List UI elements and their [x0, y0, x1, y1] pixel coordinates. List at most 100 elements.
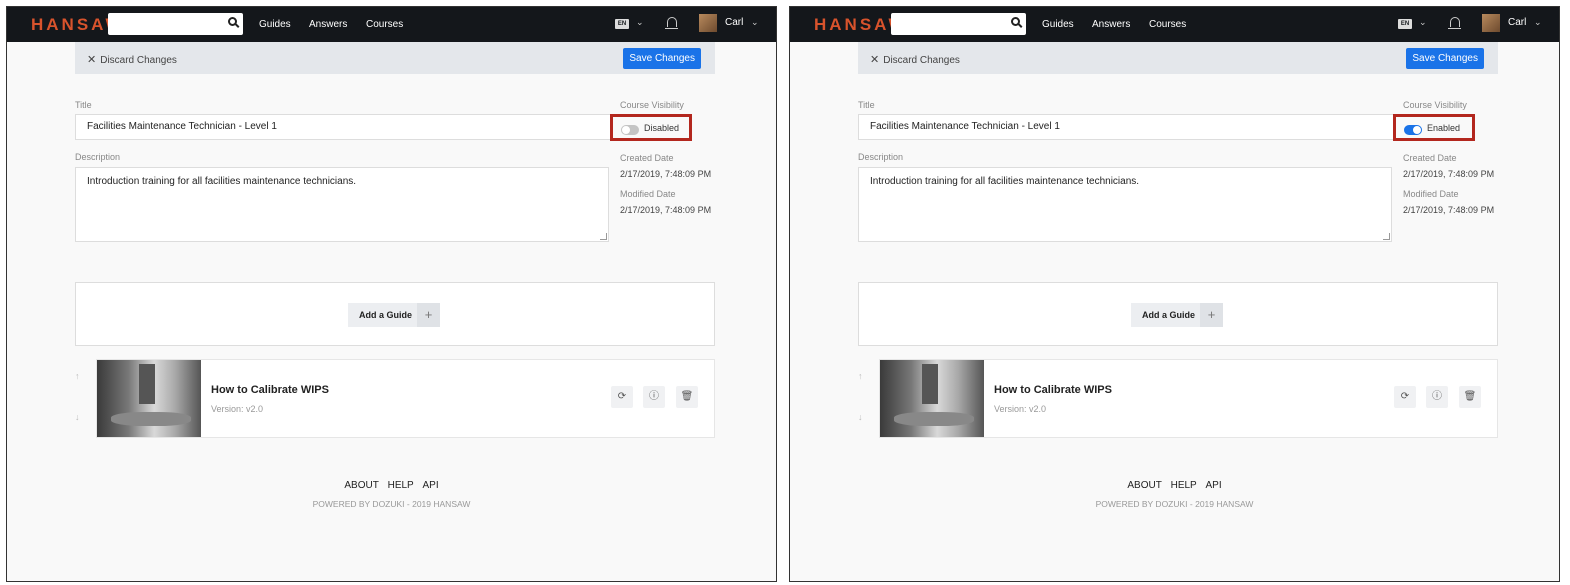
- modified-date-value: 2/17/2019, 7:48:09 PM: [620, 205, 712, 215]
- description-label: Description: [858, 152, 904, 162]
- guide-version: Version: v2.0: [211, 404, 264, 414]
- modified-date-label: Modified Date: [620, 189, 676, 199]
- nav-courses[interactable]: Courses: [1149, 19, 1186, 30]
- footer-help-link[interactable]: HELP: [1171, 480, 1197, 491]
- modified-date-value: 2/17/2019, 7:48:09 PM: [1403, 205, 1495, 215]
- info-icon[interactable]: ⓘ: [1426, 386, 1448, 408]
- nav-guides[interactable]: Guides: [259, 19, 291, 30]
- visibility-toggle[interactable]: [621, 125, 639, 135]
- edit-toolbar: ✕ Discard Changes Save Changes: [858, 42, 1498, 74]
- created-date-value: 2/17/2019, 7:48:09 PM: [1403, 169, 1495, 179]
- visibility-state: Enabled: [1427, 123, 1461, 133]
- footer-help-link[interactable]: HELP: [388, 480, 414, 491]
- nav-guides[interactable]: Guides: [1042, 19, 1074, 30]
- footer-about-link[interactable]: ABOUT: [1127, 480, 1161, 491]
- title-label: Title: [75, 100, 92, 110]
- search-icon[interactable]: [1011, 17, 1020, 26]
- description-text: Introduction training for all facilities…: [87, 176, 357, 187]
- guide-thumbnail: [880, 360, 984, 437]
- title-input[interactable]: Facilities Maintenance Technician - Leve…: [75, 114, 613, 140]
- created-date-label: Created Date: [1403, 153, 1457, 163]
- top-nav: HANSAW Guides Answers Courses EN ⌄ Carl …: [790, 7, 1559, 42]
- footer-api-link[interactable]: API: [1206, 480, 1222, 491]
- bell-icon[interactable]: [665, 17, 678, 29]
- footer-about-link[interactable]: ABOUT: [344, 480, 378, 491]
- move-down-arrow-icon[interactable]: ↓: [858, 412, 863, 422]
- add-guide-label: Add a Guide: [359, 310, 413, 320]
- avatar[interactable]: [1482, 14, 1500, 32]
- description-textarea[interactable]: Introduction training for all facilities…: [75, 167, 609, 242]
- footer-links: ABOUT HELP API: [790, 480, 1559, 491]
- description-label: Description: [75, 152, 121, 162]
- avatar[interactable]: [699, 14, 717, 32]
- add-guide-area: Add a Guide +: [858, 282, 1498, 346]
- discard-label: Discard Changes: [883, 55, 960, 66]
- sync-icon[interactable]: ⟳: [1394, 386, 1416, 408]
- add-guide-area: Add a Guide +: [75, 282, 715, 346]
- add-guide-label: Add a Guide: [1142, 310, 1196, 320]
- chevron-down-icon[interactable]: ⌄: [1534, 17, 1542, 28]
- edit-toolbar: ✕ Discard Changes Save Changes: [75, 42, 715, 74]
- guide-thumbnail: [97, 360, 201, 437]
- chevron-down-icon[interactable]: ⌄: [1419, 17, 1427, 28]
- course-visibility-label: Course Visibility: [620, 100, 684, 110]
- top-nav: HANSAW Guides Answers Courses EN ⌄ Carl …: [7, 7, 776, 42]
- guide-row[interactable]: How to Calibrate WIPS Version: v2.0 ⟳ ⓘ …: [96, 359, 715, 438]
- guide-title[interactable]: How to Calibrate WIPS: [211, 384, 329, 396]
- nav-answers[interactable]: Answers: [1092, 19, 1130, 30]
- search-input[interactable]: [891, 13, 1026, 35]
- trash-icon[interactable]: 🗑: [676, 386, 698, 408]
- add-guide-button[interactable]: Add a Guide +: [1131, 303, 1223, 327]
- chevron-down-icon[interactable]: ⌄: [751, 17, 759, 28]
- visibility-highlight: Enabled: [1393, 114, 1475, 141]
- course-visibility-label: Course Visibility: [1403, 100, 1467, 110]
- description-textarea[interactable]: Introduction training for all facilities…: [858, 167, 1392, 242]
- created-date-label: Created Date: [620, 153, 674, 163]
- plus-icon[interactable]: +: [1200, 303, 1223, 327]
- save-changes-button[interactable]: Save Changes: [1406, 48, 1484, 69]
- info-icon[interactable]: ⓘ: [643, 386, 665, 408]
- trash-icon[interactable]: 🗑: [1459, 386, 1481, 408]
- search-icon[interactable]: [228, 17, 237, 26]
- nav-courses[interactable]: Courses: [366, 19, 403, 30]
- move-up-arrow-icon[interactable]: ↑: [75, 371, 80, 381]
- footer-api-link[interactable]: API: [423, 480, 439, 491]
- close-icon: ✕: [870, 54, 880, 66]
- nav-answers[interactable]: Answers: [309, 19, 347, 30]
- modified-date-label: Modified Date: [1403, 189, 1459, 199]
- guide-row[interactable]: How to Calibrate WIPS Version: v2.0 ⟳ ⓘ …: [879, 359, 1498, 438]
- screenshot-after: HANSAW Guides Answers Courses EN ⌄ Carl …: [789, 6, 1560, 582]
- title-label: Title: [858, 100, 875, 110]
- resize-handle-icon[interactable]: [1383, 233, 1390, 240]
- search-input[interactable]: [108, 13, 243, 35]
- footer-credit: POWERED BY DOZUKI - 2019 HANSAW: [1095, 499, 1254, 509]
- screenshot-before: HANSAW Guides Answers Courses EN ⌄ Carl …: [6, 6, 777, 582]
- move-down-arrow-icon[interactable]: ↓: [75, 412, 80, 422]
- title-input[interactable]: Facilities Maintenance Technician - Leve…: [858, 114, 1396, 140]
- user-name[interactable]: Carl: [1508, 17, 1526, 28]
- created-date-value: 2/17/2019, 7:48:09 PM: [620, 169, 712, 179]
- plus-icon[interactable]: +: [417, 303, 440, 327]
- language-flag-icon[interactable]: EN: [1398, 19, 1412, 29]
- visibility-highlight: Disabled: [610, 114, 692, 141]
- guide-version: Version: v2.0: [994, 404, 1047, 414]
- discard-changes-button[interactable]: ✕ Discard Changes: [87, 53, 177, 66]
- close-icon: ✕: [87, 54, 97, 66]
- discard-changes-button[interactable]: ✕ Discard Changes: [870, 53, 960, 66]
- chevron-down-icon[interactable]: ⌄: [636, 17, 644, 28]
- visibility-toggle[interactable]: [1404, 125, 1422, 135]
- user-name[interactable]: Carl: [725, 17, 743, 28]
- toggle-knob: [1413, 126, 1421, 134]
- save-changes-button[interactable]: Save Changes: [623, 48, 701, 69]
- move-up-arrow-icon[interactable]: ↑: [858, 371, 863, 381]
- discard-label: Discard Changes: [100, 55, 177, 66]
- visibility-state: Disabled: [644, 123, 680, 133]
- guide-title[interactable]: How to Calibrate WIPS: [994, 384, 1112, 396]
- toggle-knob: [622, 126, 630, 134]
- sync-icon[interactable]: ⟳: [611, 386, 633, 408]
- footer-links: ABOUT HELP API: [7, 480, 776, 491]
- resize-handle-icon[interactable]: [600, 233, 607, 240]
- add-guide-button[interactable]: Add a Guide +: [348, 303, 440, 327]
- language-flag-icon[interactable]: EN: [615, 19, 629, 29]
- bell-icon[interactable]: [1448, 17, 1461, 29]
